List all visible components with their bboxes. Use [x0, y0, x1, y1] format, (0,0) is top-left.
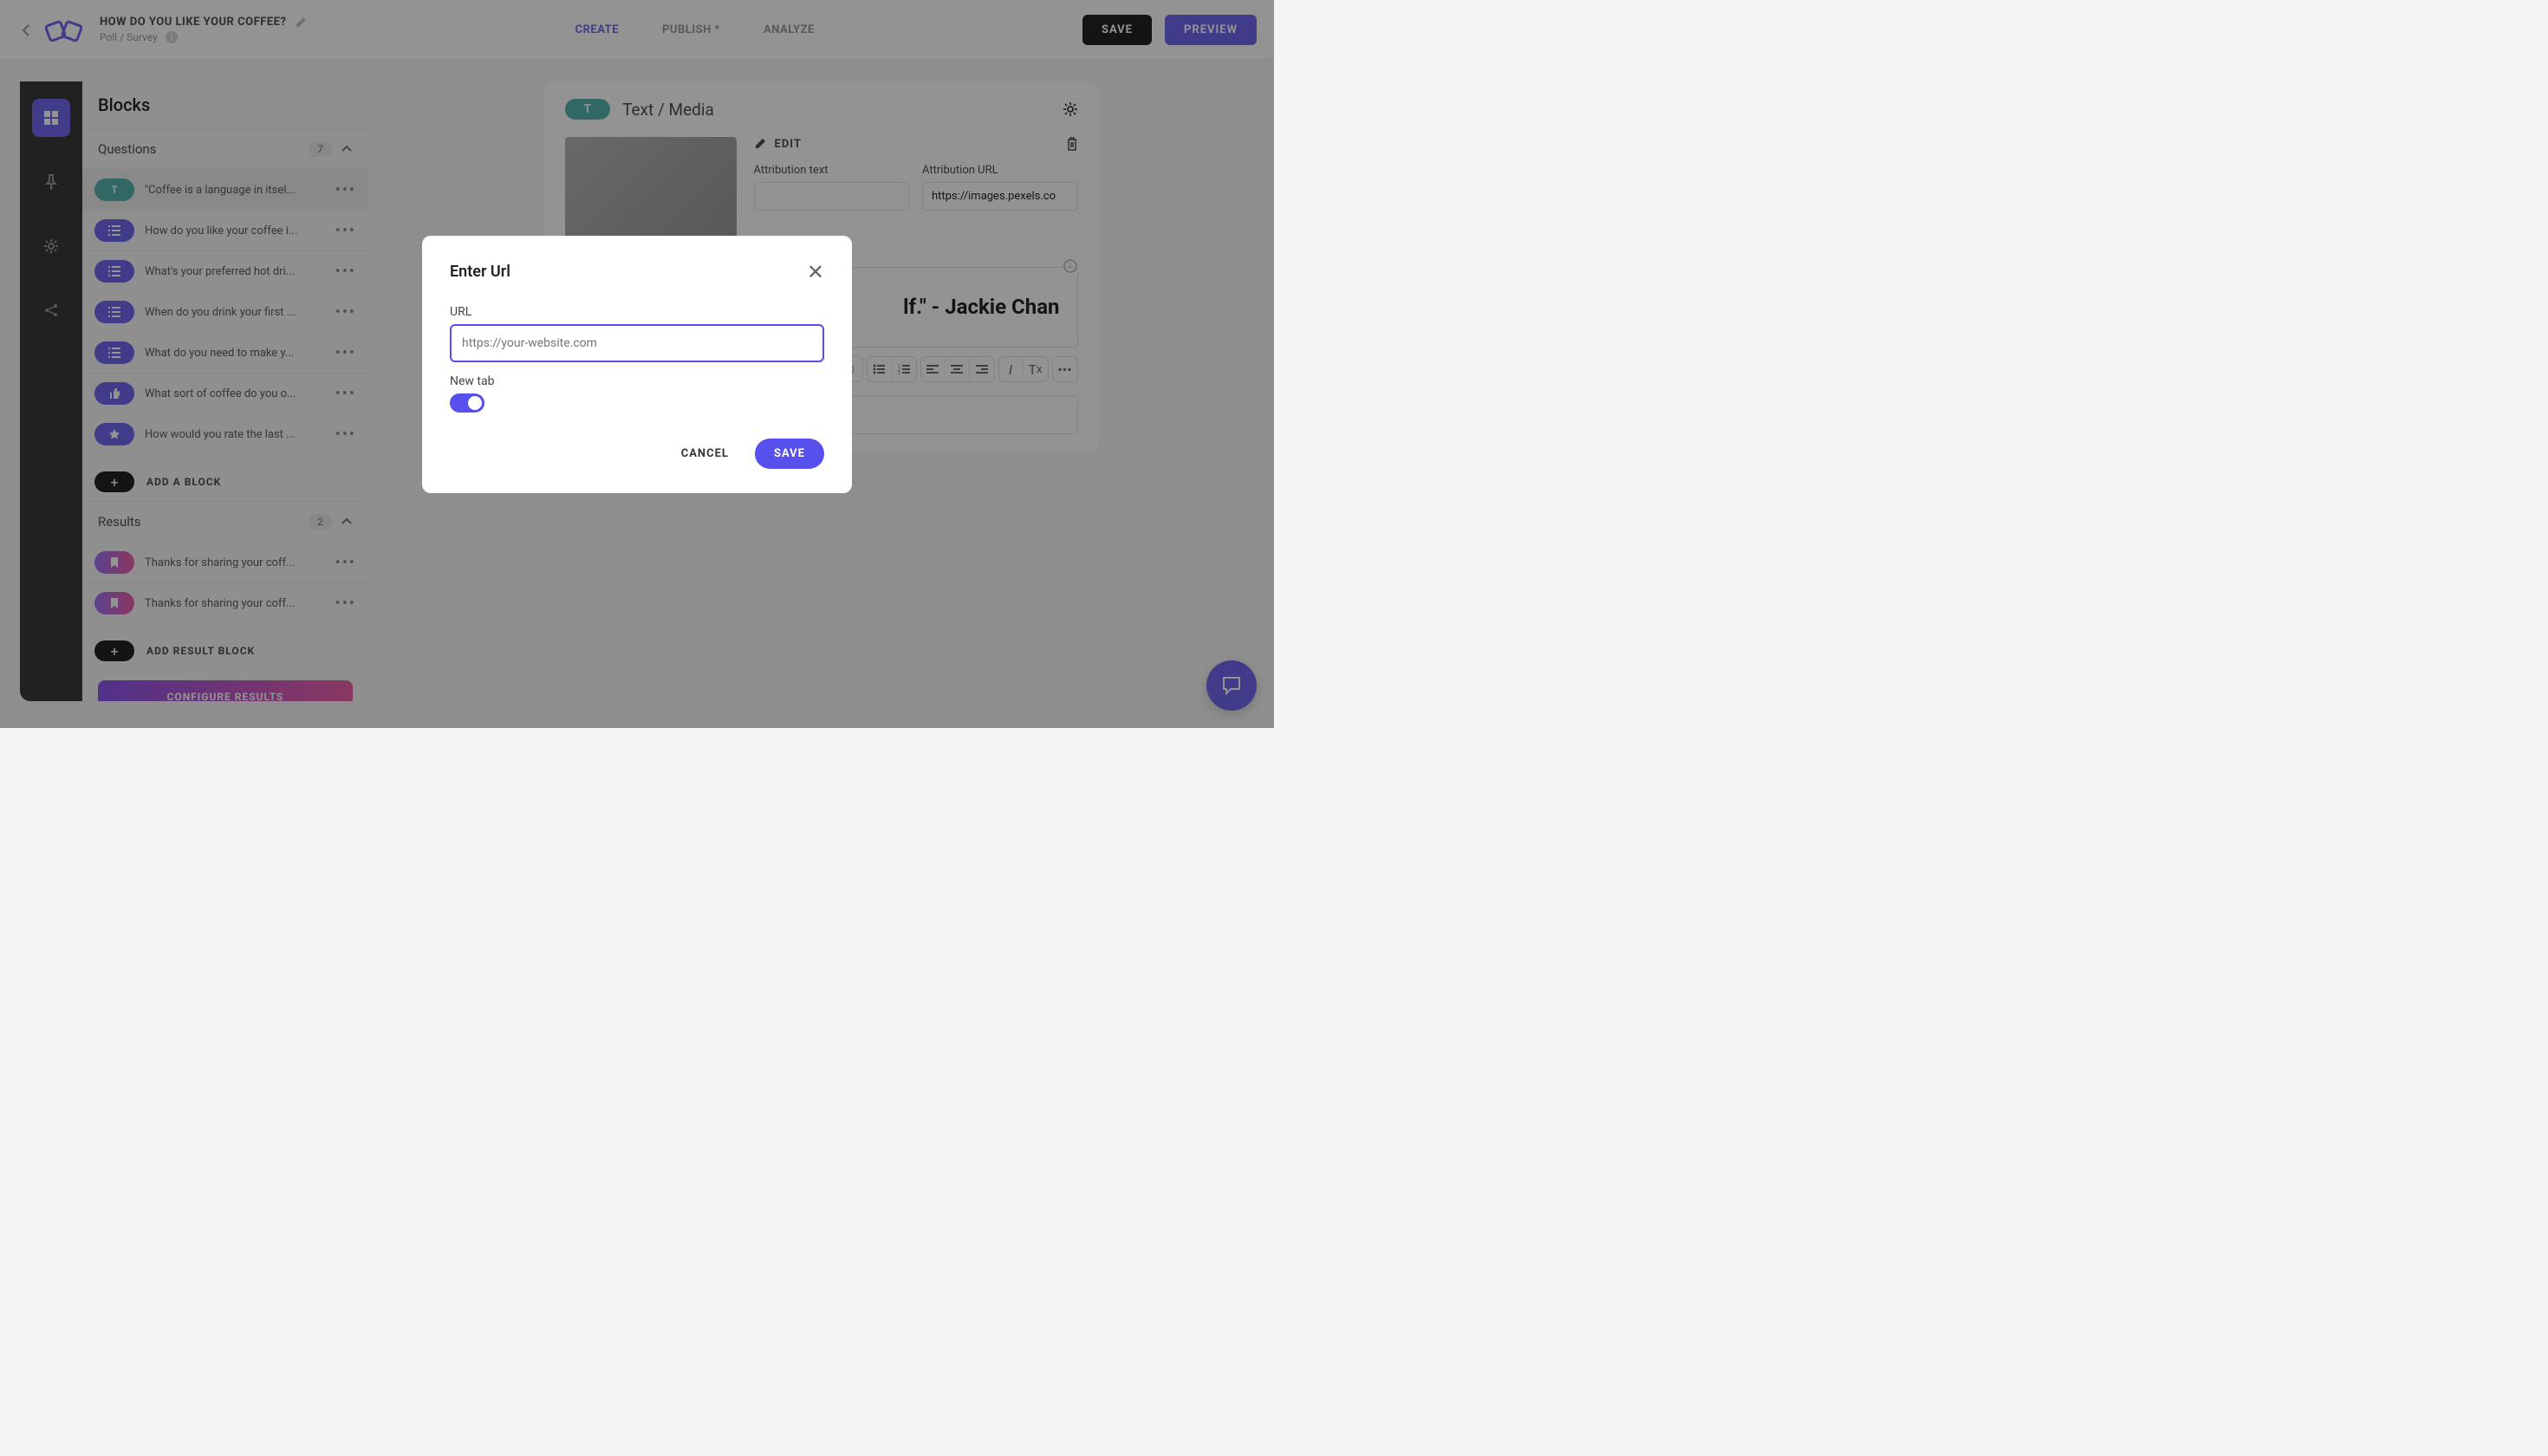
close-icon[interactable]: ✕: [807, 260, 824, 284]
modal-overlay[interactable]: Enter Url ✕ URL New tab CANCEL SAVE: [0, 0, 1274, 728]
url-input[interactable]: [450, 324, 824, 362]
modal-save-button[interactable]: SAVE: [755, 439, 824, 469]
newtab-label: New tab: [450, 374, 824, 388]
url-modal: Enter Url ✕ URL New tab CANCEL SAVE: [422, 236, 852, 493]
cancel-button[interactable]: CANCEL: [668, 439, 742, 469]
newtab-toggle[interactable]: [450, 393, 484, 413]
modal-title: Enter Url: [450, 263, 510, 281]
url-label: URL: [450, 305, 824, 319]
